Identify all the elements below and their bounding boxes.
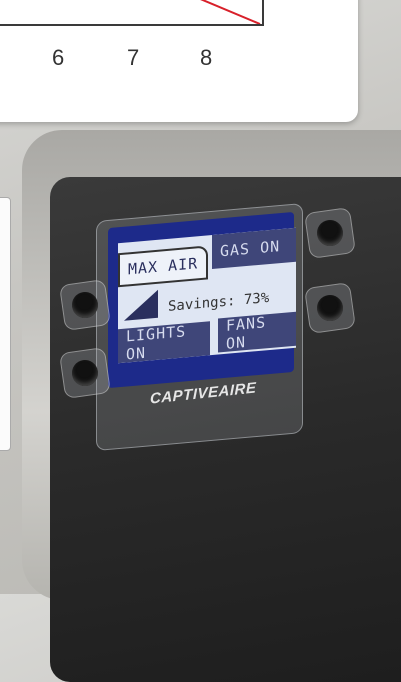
max-air-button[interactable]: [59, 279, 111, 331]
lcd: MAX AIR GAS ON Savings: 73% LIGHTS ON FA…: [118, 227, 296, 364]
button-icon: [315, 218, 345, 248]
side-panel: [0, 197, 11, 451]
max-air-label: MAX AIR: [118, 245, 208, 288]
lights-button[interactable]: [59, 347, 111, 399]
button-icon: [70, 358, 100, 388]
chart-frame: [0, 0, 264, 26]
button-icon: [70, 290, 100, 320]
tick-label: 6: [52, 45, 65, 70]
tick-label: 8: [200, 45, 213, 70]
tick-label: 7: [127, 45, 140, 70]
gas-button[interactable]: [304, 207, 356, 259]
chart-line: [200, 0, 261, 24]
display-screen: MAX AIR GAS ON Savings: 73% LIGHTS ON FA…: [108, 211, 296, 389]
gas-on-label: GAS ON: [212, 227, 296, 270]
savings-readout: Savings: 73%: [168, 290, 270, 315]
fans-button[interactable]: [304, 282, 356, 334]
chart-card: 6 7 8: [0, 0, 358, 122]
button-icon: [315, 293, 345, 323]
lights-on-label: LIGHTS ON: [118, 321, 210, 364]
fans-on-label: FANS ON: [218, 311, 296, 353]
fan-speed-ramp-icon: [124, 289, 158, 321]
